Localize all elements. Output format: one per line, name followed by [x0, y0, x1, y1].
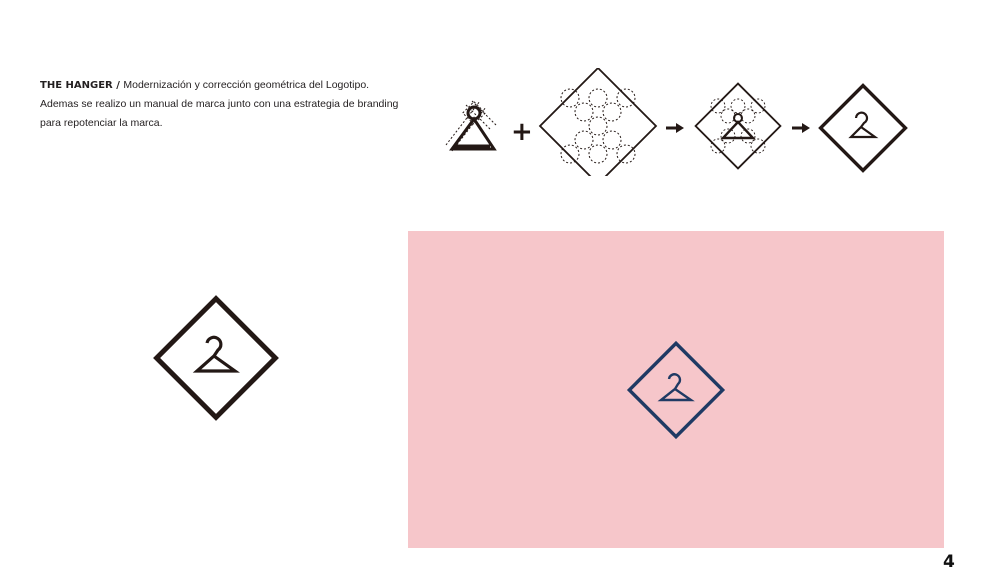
final-logo-icon — [818, 83, 908, 173]
brand-separator: / — [112, 80, 124, 91]
arrow-right-icon — [792, 123, 810, 133]
hanger-logo-navy — [624, 338, 728, 442]
circle-grid-diamond-icon — [538, 68, 658, 176]
brand-name: THE HANGER — [40, 80, 113, 91]
logo-construction-process: + — [440, 68, 910, 176]
hanger-logo-black — [150, 292, 282, 424]
project-description: THE HANGER / Modernización y corrección … — [40, 76, 400, 133]
pink-brand-panel — [408, 231, 944, 548]
sketch-hanger-icon — [445, 100, 497, 152]
page-number: 4 — [943, 552, 955, 572]
arrow-right-icon — [666, 123, 684, 133]
overlay-construction-icon — [694, 82, 782, 170]
plus-symbol: + — [511, 117, 533, 147]
